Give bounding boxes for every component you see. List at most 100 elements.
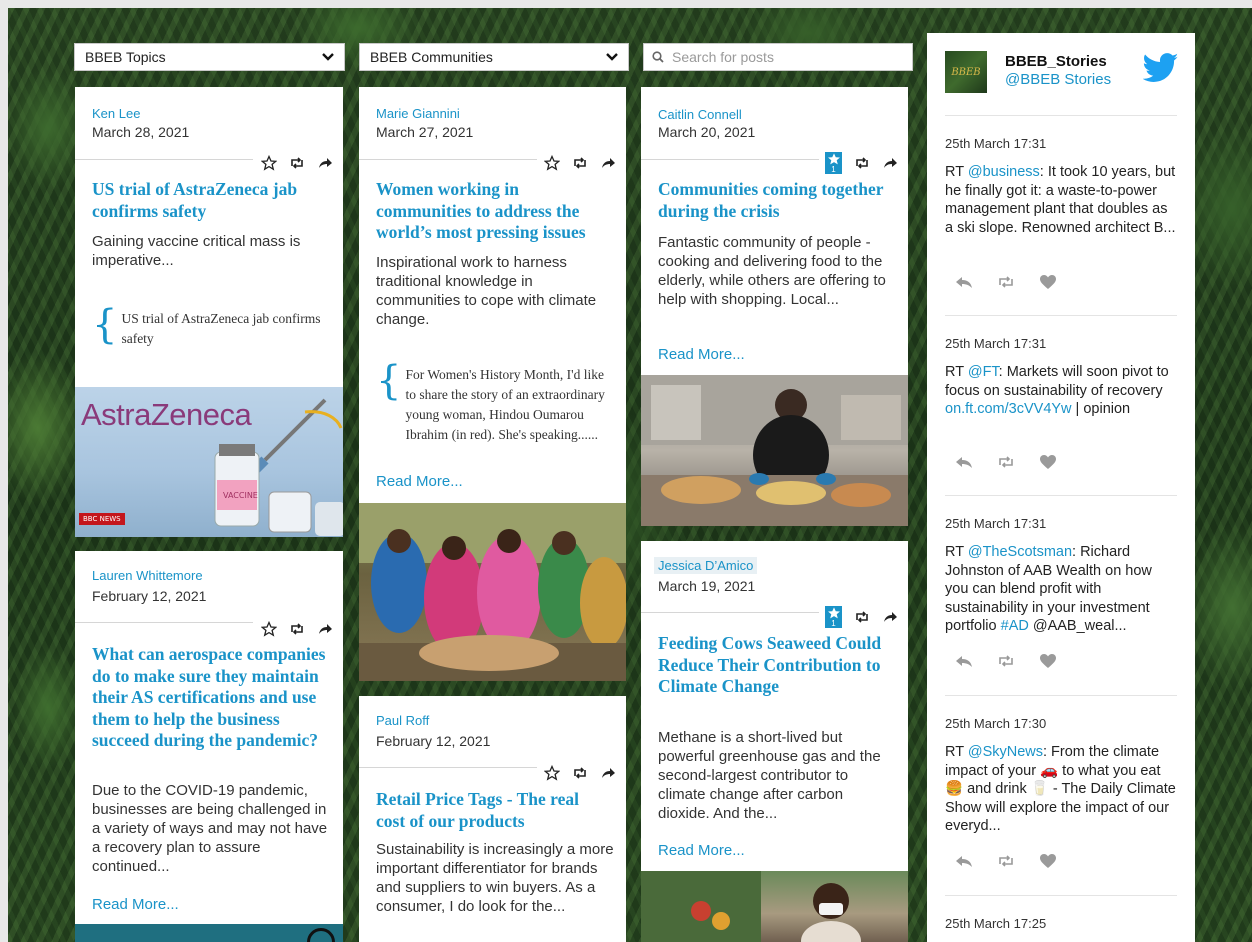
post-date: March 19, 2021 xyxy=(658,578,756,594)
post-author[interactable]: Ken Lee xyxy=(92,106,140,121)
quote-brace-icon: { xyxy=(376,358,402,404)
reply-icon[interactable] xyxy=(955,454,973,470)
post-author[interactable]: Lauren Whittemore xyxy=(92,568,203,583)
chevron-down-icon xyxy=(322,53,334,61)
retweet-icon[interactable] xyxy=(572,155,588,171)
share-icon[interactable] xyxy=(317,621,333,637)
tweet-mention-link[interactable]: @FT xyxy=(968,364,999,380)
post-title[interactable]: Women working in communities to address … xyxy=(376,179,612,244)
post-author[interactable]: Caitlin Connell xyxy=(658,107,742,122)
heart-icon[interactable] xyxy=(1039,454,1057,470)
tweet-hashtag-link[interactable]: #AD xyxy=(1001,618,1029,634)
star-icon[interactable] xyxy=(261,621,277,637)
divider xyxy=(359,767,537,768)
share-icon[interactable] xyxy=(600,155,616,171)
twitter-handle[interactable]: @BBEB Stories xyxy=(1005,71,1111,88)
tweet[interactable]: 25th March 17:30 RT @SkyNews: From the c… xyxy=(945,695,1177,895)
star-filled-icon xyxy=(827,153,840,165)
heart-icon[interactable] xyxy=(1039,653,1057,669)
post-card[interactable]: Jessica D’Amico March 19, 2021 1 Feeding… xyxy=(641,541,908,942)
post-quote: { For Women's History Month, I'd like to… xyxy=(376,361,614,445)
post-quote: { US trial of AstraZeneca jab confirms s… xyxy=(92,305,331,349)
share-icon[interactable] xyxy=(882,609,898,625)
tweet[interactable]: 25th March 17:31 RT @business: It took 1… xyxy=(945,115,1177,295)
heart-icon[interactable] xyxy=(1039,853,1057,869)
tweet-time: 25th March 17:31 xyxy=(945,336,1047,351)
post-author[interactable]: Paul Roff xyxy=(376,713,429,728)
search-input[interactable] xyxy=(672,49,904,65)
star-badge[interactable]: 1 xyxy=(825,152,842,174)
retweet-icon[interactable] xyxy=(997,274,1015,290)
reply-icon[interactable] xyxy=(955,853,973,869)
post-image[interactable]: AstraZeneca VACCINE BBC NEWS xyxy=(75,387,343,537)
divider xyxy=(75,159,253,160)
post-card[interactable]: Marie Giannini March 27, 2021 Women work… xyxy=(359,87,626,681)
read-more-link[interactable]: Read More... xyxy=(658,346,745,363)
post-card[interactable]: Paul Roff February 12, 2021 Retail Price… xyxy=(359,696,626,942)
post-image[interactable] xyxy=(641,871,908,942)
twitter-bird-icon[interactable] xyxy=(1143,53,1179,83)
heart-icon[interactable] xyxy=(1039,274,1057,290)
post-title[interactable]: Retail Price Tags - The real cost of our… xyxy=(376,789,612,832)
tweet-mention-link[interactable]: @business xyxy=(968,164,1040,180)
divider xyxy=(641,159,819,160)
star-badge[interactable]: 1 xyxy=(825,606,842,628)
post-title[interactable]: Feeding Cows Seaweed Could Reduce Their … xyxy=(658,633,894,698)
star-icon[interactable] xyxy=(544,155,560,171)
post-author[interactable]: Marie Giannini xyxy=(376,106,460,121)
star-count: 1 xyxy=(831,165,836,174)
communities-dropdown[interactable]: BBEB Communities xyxy=(359,43,629,71)
read-more-link[interactable]: Read More... xyxy=(658,842,745,859)
twitter-feed-panel: BBEB BBEB_Stories @BBEB Stories 25th Mar… xyxy=(927,33,1195,942)
tweet-time: 25th March 17:25 xyxy=(945,916,1047,931)
quote-text: US trial of AstraZeneca jab confirms saf… xyxy=(121,311,321,346)
twitter-account-name[interactable]: BBEB_Stories xyxy=(1005,53,1107,70)
share-icon[interactable] xyxy=(317,155,333,171)
retweet-icon[interactable] xyxy=(854,609,870,625)
read-more-link[interactable]: Read More... xyxy=(92,896,179,913)
retweet-icon[interactable] xyxy=(854,155,870,171)
post-card[interactable]: Lauren Whittemore February 12, 2021 What… xyxy=(75,551,343,942)
star-filled-icon xyxy=(827,607,840,619)
retweet-icon[interactable] xyxy=(997,853,1015,869)
vaccine-vial-illustration: VACCINE xyxy=(214,398,343,536)
tweet-mention-link[interactable]: @SkyNews xyxy=(968,744,1043,760)
twitter-avatar[interactable]: BBEB xyxy=(945,51,987,93)
chevron-down-icon xyxy=(606,53,618,61)
read-more-link[interactable]: Read More... xyxy=(376,473,463,490)
tweet-actions xyxy=(955,653,1057,669)
topics-dropdown-label: BBEB Topics xyxy=(85,49,166,65)
post-author[interactable]: Jessica D’Amico xyxy=(654,557,758,574)
share-icon[interactable] xyxy=(882,155,898,171)
post-title[interactable]: US trial of AstraZeneca jab confirms saf… xyxy=(92,179,329,222)
retweet-icon[interactable] xyxy=(289,621,305,637)
post-excerpt: Due to the COVID-19 pandemic, businesses… xyxy=(92,782,328,875)
post-card[interactable]: Caitlin Connell March 20, 2021 1 Communi… xyxy=(641,87,908,526)
tweet[interactable]: 25th March 17:25 xyxy=(945,895,1177,942)
reply-icon[interactable] xyxy=(955,653,973,669)
post-card[interactable]: Ken Lee March 28, 2021 US trial of Astra… xyxy=(75,87,343,537)
retweet-icon[interactable] xyxy=(997,454,1015,470)
search-bar[interactable] xyxy=(643,43,913,71)
post-image[interactable] xyxy=(75,924,343,942)
post-image[interactable] xyxy=(641,375,908,526)
star-icon[interactable] xyxy=(261,155,277,171)
reply-icon[interactable] xyxy=(955,274,973,290)
post-image[interactable] xyxy=(359,503,626,681)
retweet-icon[interactable] xyxy=(997,653,1015,669)
tweet[interactable]: 25th March 17:31 RT @FT: Markets will so… xyxy=(945,315,1177,495)
divider xyxy=(75,622,253,623)
star-icon[interactable] xyxy=(544,765,560,781)
tweet-time: 25th March 17:31 xyxy=(945,136,1047,151)
tweet-actions xyxy=(955,454,1057,470)
tweet-mention-link[interactable]: @TheScotsman xyxy=(968,544,1072,560)
tweet[interactable]: 25th March 17:31 RT @TheScotsman: Richar… xyxy=(945,495,1177,695)
post-title[interactable]: What can aerospace companies do to make … xyxy=(92,644,329,752)
post-title[interactable]: Communities coming together during the c… xyxy=(658,179,894,222)
retweet-icon[interactable] xyxy=(572,765,588,781)
topics-dropdown[interactable]: BBEB Topics xyxy=(74,43,345,71)
retweet-icon[interactable] xyxy=(289,155,305,171)
tweet-url-link[interactable]: on.ft.com/3cVV4Yw xyxy=(945,401,1072,417)
divider xyxy=(641,612,819,613)
share-icon[interactable] xyxy=(600,765,616,781)
